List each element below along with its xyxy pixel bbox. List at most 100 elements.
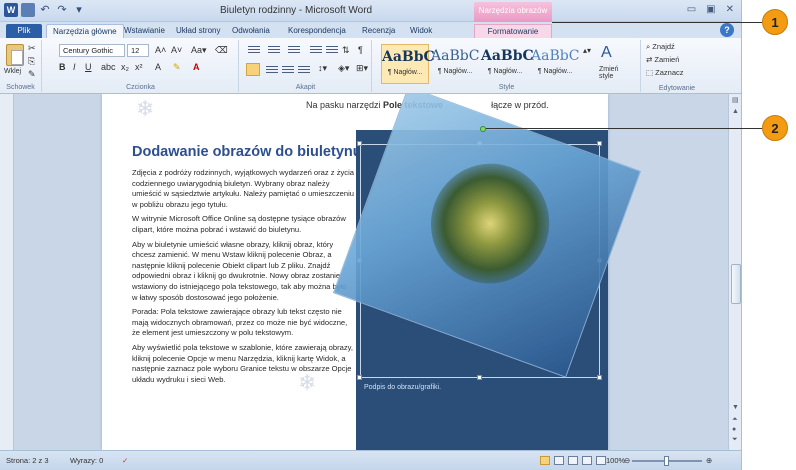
paste-button[interactable]: Wklej <box>4 68 21 75</box>
word-logo-icon[interactable]: W <box>4 3 18 17</box>
italic-icon[interactable]: I <box>73 62 76 72</box>
quick-access-toolbar: W ↶ ↷ ▾ <box>4 3 86 17</box>
resize-handle[interactable] <box>597 375 602 380</box>
tab-page-layout[interactable]: Układ strony <box>170 24 226 38</box>
zoom-in-icon[interactable]: ⊕ <box>706 456 712 465</box>
next-page-icon[interactable]: ⏷ <box>732 436 738 444</box>
increase-indent-icon[interactable] <box>326 46 338 56</box>
undo-icon[interactable]: ↶ <box>38 3 52 17</box>
superscript-icon[interactable]: x² <box>135 62 143 72</box>
text-effects-icon[interactable]: A <box>155 62 161 72</box>
help-icon[interactable]: ? <box>720 23 734 37</box>
paragraph: Porada: Pola tekstowe zawierające obrazy… <box>132 307 348 338</box>
align-left-icon[interactable] <box>246 63 260 76</box>
styles-group: AaBbC ¶ Nagłów... AaBbC ¶ Nagłów... AaBb… <box>373 40 641 92</box>
style-heading-1[interactable]: AaBbC ¶ Nagłów... <box>381 44 435 84</box>
resize-handle[interactable] <box>357 141 362 146</box>
style-heading-4[interactable]: AaBbC ¶ Nagłów... <box>531 44 579 84</box>
outline-view-icon[interactable] <box>582 456 592 465</box>
select-button[interactable]: ⬚ Zaznacz <box>646 68 684 77</box>
print-layout-view-icon[interactable] <box>540 456 550 465</box>
close-icon[interactable]: ✕ <box>726 4 734 15</box>
full-screen-view-icon[interactable] <box>554 456 564 465</box>
tab-home[interactable]: Narzędzia główne <box>46 24 124 38</box>
zoom-slider-handle[interactable] <box>664 456 669 466</box>
show-marks-icon[interactable]: ¶ <box>358 45 363 55</box>
tab-view[interactable]: Widok <box>404 24 438 38</box>
scroll-thumb[interactable] <box>731 264 741 304</box>
grow-font-icon[interactable]: A˄ <box>155 45 166 55</box>
tab-review[interactable]: Recenzja <box>356 24 401 38</box>
customize-qat-icon[interactable]: ▾ <box>72 3 86 17</box>
align-center-icon[interactable] <box>266 66 278 76</box>
vertical-scrollbar[interactable]: ▤ ▲ ▼ ⏶ ● ⏷ <box>728 94 741 450</box>
styles-more-icon[interactable]: ▴▾ <box>583 46 591 55</box>
snowflake-decoration-icon: ❄ <box>136 96 155 121</box>
resize-handle[interactable] <box>597 141 602 146</box>
underline-icon[interactable]: U <box>85 62 92 72</box>
tab-file[interactable]: Plik <box>6 24 42 38</box>
tab-references[interactable]: Odwołania <box>226 24 276 38</box>
paste-icon[interactable] <box>6 44 24 66</box>
browse-object-icon[interactable]: ● <box>732 426 736 433</box>
proofing-icon[interactable]: ✓ <box>122 456 128 465</box>
style-heading-3[interactable]: AaBbC ¶ Nagłów... <box>481 44 534 84</box>
font-family-select[interactable]: Century Gothic <box>59 44 125 57</box>
paragraph-label: Akapit <box>295 84 316 91</box>
decrease-indent-icon[interactable] <box>310 46 322 56</box>
multilevel-list-icon[interactable] <box>288 46 300 56</box>
tab-format[interactable]: Formatowanie <box>474 24 552 38</box>
page-count[interactable]: Strona: 2 z 3 <box>6 456 49 465</box>
ribbon-tabs: Plik Narzędzia główne Wstawianie Układ s… <box>0 22 741 38</box>
subscript-icon[interactable]: x₂ <box>121 62 129 72</box>
line-spacing-icon[interactable]: ↕▾ <box>318 63 327 74</box>
change-styles-icon[interactable]: A <box>601 44 612 62</box>
previous-page-icon[interactable]: ⏶ <box>732 416 738 424</box>
justify-icon[interactable] <box>298 66 310 76</box>
zoom-level[interactable]: 100% <box>606 456 625 465</box>
numbering-icon[interactable] <box>268 46 280 56</box>
change-styles-button[interactable]: Zmień style <box>599 66 633 80</box>
replace-button[interactable]: ⇄ Zamień <box>646 55 679 64</box>
bullets-icon[interactable] <box>248 46 260 56</box>
highlight-icon[interactable]: ✎ <box>173 62 181 73</box>
font-size-select[interactable]: 12 <box>127 44 149 57</box>
rotation-handle[interactable] <box>480 126 486 132</box>
styles-label: Style <box>498 84 515 91</box>
tab-mailings[interactable]: Korespondencja <box>282 24 352 38</box>
resize-handle[interactable] <box>477 375 482 380</box>
shading-icon[interactable]: ◈▾ <box>338 63 349 74</box>
maximize-icon[interactable]: ▣ <box>706 4 715 15</box>
strikethrough-icon[interactable]: abc <box>101 62 116 72</box>
tab-insert[interactable]: Wstawianie <box>118 24 171 38</box>
shrink-font-icon[interactable]: A˅ <box>171 45 182 55</box>
document-page[interactable]: ❄ ❄ ❄ Na pasku narzędzi Pole tekstowełąc… <box>102 94 642 450</box>
align-right-icon[interactable] <box>282 66 294 76</box>
redo-icon[interactable]: ↷ <box>55 3 69 17</box>
zoom-out-icon[interactable]: ⊖ <box>624 456 630 465</box>
title-bar: W ↶ ↷ ▾ Biuletyn rodzinny - Microsoft Wo… <box>0 0 741 22</box>
callout-line-2 <box>486 128 762 129</box>
scroll-down-icon[interactable]: ▼ <box>732 404 739 411</box>
web-layout-view-icon[interactable] <box>568 456 578 465</box>
draft-view-icon[interactable] <box>596 456 606 465</box>
clear-formatting-icon[interactable]: ⌫ <box>215 45 228 56</box>
format-painter-icon[interactable]: ✎ <box>28 69 36 80</box>
word-count[interactable]: Wyrazy: 0 <box>70 456 103 465</box>
ruler-toggle-icon[interactable]: ▤ <box>732 96 739 104</box>
find-button[interactable]: ⌕ Znajdź <box>646 42 675 52</box>
clipboard-label: Schowek <box>6 84 35 91</box>
cut-icon[interactable]: ✂ <box>28 43 36 54</box>
borders-icon[interactable]: ⊞▾ <box>356 63 368 74</box>
font-color-icon[interactable]: A <box>193 62 200 72</box>
save-icon[interactable] <box>21 3 35 17</box>
bold-icon[interactable]: B <box>59 62 66 72</box>
style-heading-2[interactable]: AaBbC ¶ Nagłów... <box>431 44 479 84</box>
paragraph: Aby wyświetlić pola tekstowe w szablonie… <box>132 342 354 384</box>
resize-handle[interactable] <box>357 375 362 380</box>
scroll-up-icon[interactable]: ▲ <box>732 108 739 115</box>
change-case-icon[interactable]: Aa▾ <box>191 45 207 56</box>
copy-icon[interactable]: ⎘ <box>28 56 35 67</box>
sort-icon[interactable]: ⇅ <box>342 45 350 56</box>
minimize-icon[interactable]: ▭ <box>687 4 696 15</box>
